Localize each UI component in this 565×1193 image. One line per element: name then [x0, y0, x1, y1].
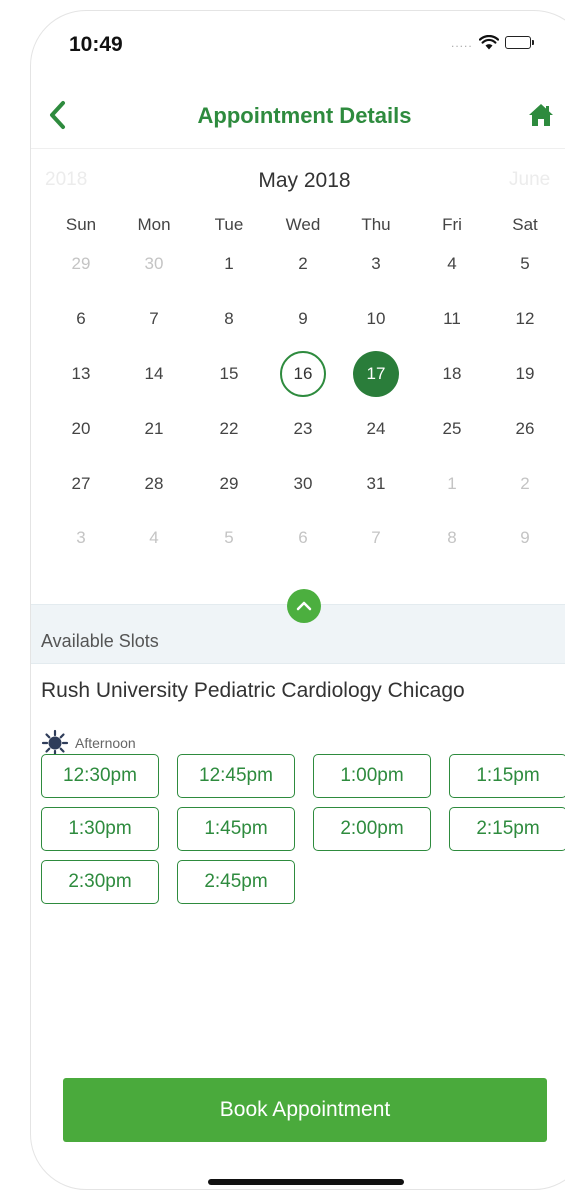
status-bar: 10:49 ..... [31, 11, 565, 83]
next-month-label[interactable]: June [509, 169, 550, 191]
calendar-day[interactable]: 20 [58, 406, 104, 452]
calendar-day[interactable]: 19 [502, 351, 548, 397]
phone-frame: 10:49 ..... Appointment Details 2018 May… [30, 10, 565, 1190]
calendar-day[interactable]: 27 [58, 461, 104, 507]
calendar-day[interactable]: 30 [131, 241, 177, 287]
time-slot-button[interactable]: 2:00pm [313, 807, 431, 851]
calendar-day[interactable]: 24 [353, 406, 399, 452]
navigation-bar: Appointment Details [31, 83, 565, 149]
book-appointment-button[interactable]: Book Appointment [63, 1078, 547, 1142]
calendar-day[interactable]: 29 [58, 241, 104, 287]
page-title: Appointment Details [197, 103, 412, 128]
collapse-calendar-button[interactable] [287, 589, 321, 623]
provider-name: Rush University Pediatric Cardiology Chi… [41, 679, 465, 702]
calendar-day[interactable]: 7 [353, 515, 399, 561]
time-slot-button[interactable]: 1:00pm [313, 754, 431, 798]
calendar-day[interactable]: 13 [58, 351, 104, 397]
calendar-day[interactable]: 3 [353, 241, 399, 287]
calendar-day[interactable]: 6 [280, 515, 326, 561]
weekday-label: Fri [442, 215, 462, 234]
calendar-day[interactable]: 12 [502, 296, 548, 342]
home-icon [529, 104, 553, 126]
calendar-day[interactable]: 16 [280, 351, 326, 397]
current-month-label: May 2018 [258, 169, 351, 192]
calendar-day[interactable]: 30 [280, 461, 326, 507]
status-icons: ..... [451, 35, 534, 50]
calendar-day[interactable]: 23 [280, 406, 326, 452]
calendar-day[interactable]: 2 [502, 461, 548, 507]
time-slot-button[interactable]: 12:30pm [41, 754, 159, 798]
calendar-day[interactable]: 22 [206, 406, 252, 452]
signal-icon: ..... [451, 35, 473, 50]
calendar-day[interactable]: 1 [206, 241, 252, 287]
weekday-label: Mon [137, 215, 171, 234]
weekday-label: Wed [285, 215, 321, 234]
time-slot-button[interactable]: 12:45pm [177, 754, 295, 798]
calendar-day[interactable]: 1 [429, 461, 475, 507]
time-slot-button[interactable]: 2:30pm [41, 860, 159, 904]
calendar-day[interactable]: 31 [353, 461, 399, 507]
calendar-day[interactable]: 21 [131, 406, 177, 452]
wifi-icon [478, 35, 499, 50]
chevron-up-icon [296, 601, 312, 611]
weekday-header: Sun Mon Tue Wed Thu Fri Sat [31, 215, 565, 239]
calendar-day[interactable]: 4 [429, 241, 475, 287]
calendar-day[interactable]: 4 [131, 515, 177, 561]
calendar-day[interactable]: 26 [502, 406, 548, 452]
calendar-day[interactable]: 9 [280, 296, 326, 342]
calendar-day[interactable]: 28 [131, 461, 177, 507]
calendar-day[interactable]: 9 [502, 515, 548, 561]
calendar-day[interactable]: 8 [429, 515, 475, 561]
weekday-label: Sun [65, 215, 97, 234]
battery-icon [504, 36, 534, 49]
weekday-label: Thu [361, 215, 391, 234]
home-indicator [208, 1179, 404, 1185]
time-slot-button[interactable]: 1:15pm [449, 754, 565, 798]
period-row: Afternoon [41, 729, 136, 757]
time-slot-button[interactable]: 1:45pm [177, 807, 295, 851]
calendar-day[interactable]: 7 [131, 296, 177, 342]
calendar-day[interactable]: 8 [206, 296, 252, 342]
time-slot-button[interactable]: 2:45pm [177, 860, 295, 904]
calendar-day[interactable]: 3 [58, 515, 104, 561]
calendar-day[interactable]: 11 [429, 296, 475, 342]
calendar-day[interactable]: 15 [206, 351, 252, 397]
calendar-day[interactable]: 29 [206, 461, 252, 507]
time-slot-button[interactable]: 2:15pm [449, 807, 565, 851]
slots-header: Available Slots [41, 631, 159, 651]
calendar-day[interactable]: 17 [353, 351, 399, 397]
period-label: Afternoon [75, 735, 136, 751]
weekday-label: Sat [512, 215, 538, 234]
status-time: 10:49 [69, 33, 123, 56]
sun-icon [41, 729, 69, 757]
calendar-day[interactable]: 5 [502, 241, 548, 287]
calendar-day[interactable]: 14 [131, 351, 177, 397]
month-header: 2018 May 2018 June [31, 167, 565, 197]
home-button[interactable] [525, 99, 557, 131]
calendar-day[interactable]: 6 [58, 296, 104, 342]
calendar-day[interactable]: 2 [280, 241, 326, 287]
weekday-label: Tue [214, 215, 244, 234]
calendar-day[interactable]: 25 [429, 406, 475, 452]
calendar-day[interactable]: 5 [206, 515, 252, 561]
time-slot-button[interactable]: 1:30pm [41, 807, 159, 851]
calendar-day[interactable]: 10 [353, 296, 399, 342]
calendar-day[interactable]: 18 [429, 351, 475, 397]
